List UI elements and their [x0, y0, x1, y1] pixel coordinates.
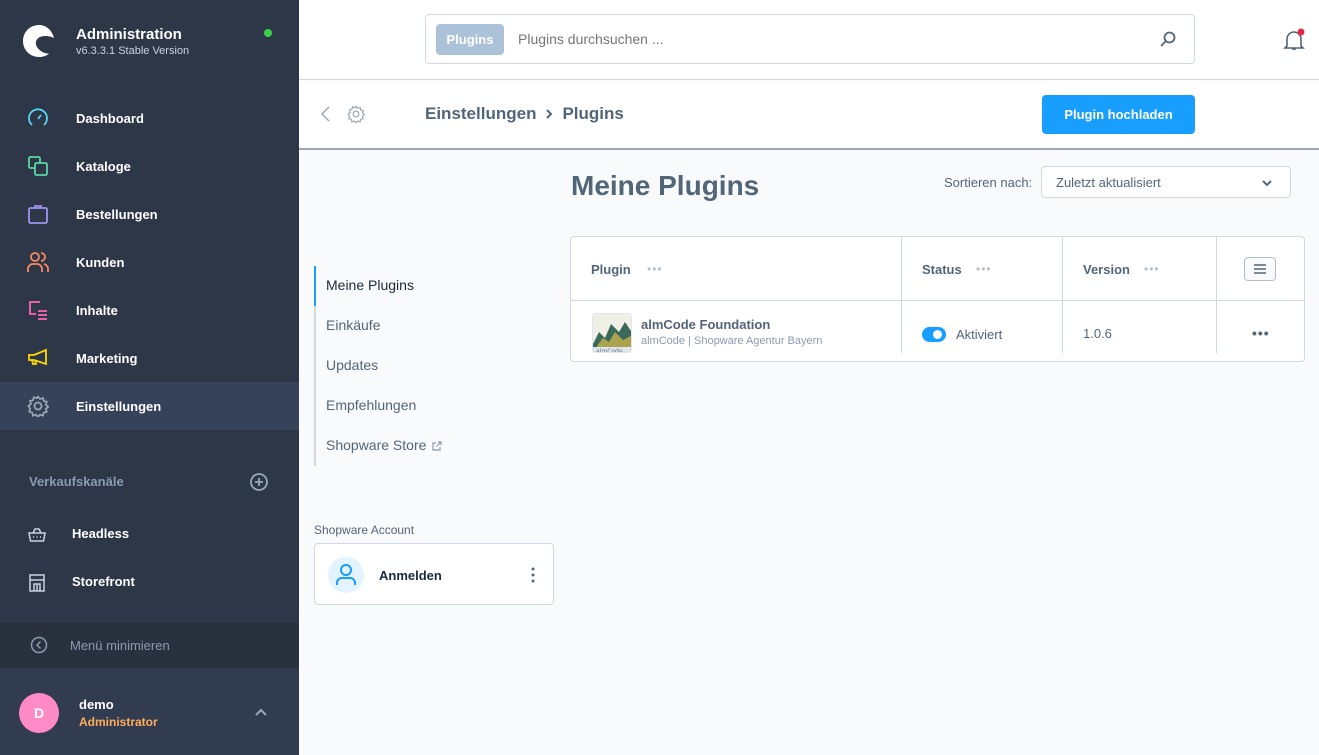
search-icon[interactable] — [1159, 30, 1177, 48]
shopware-logo-icon[interactable] — [22, 24, 56, 58]
basket-icon — [28, 528, 46, 542]
sidebar-item-bestellungen[interactable]: Bestellungen — [0, 190, 299, 238]
user-name: demo — [79, 697, 114, 712]
side-nav-item-empfehlungen[interactable]: Empfehlungen — [326, 397, 416, 413]
settings-gear-icon — [347, 105, 365, 123]
chevron-left-circle-icon — [30, 636, 48, 654]
column-divider — [1216, 237, 1217, 353]
sidebar-item-label: Einstellungen — [76, 398, 162, 414]
sales-channels-title: Verkaufskanäle — [29, 474, 124, 489]
app-version: v6.3.3.1 Stable Version — [76, 45, 190, 57]
column-divider — [1062, 237, 1063, 353]
back-chevron-icon[interactable] — [319, 105, 333, 123]
column-header-plugin[interactable]: Plugin — [591, 262, 631, 277]
sidebar-item-label: Marketing — [76, 350, 138, 366]
search-bar[interactable]: Plugins — [425, 14, 1195, 64]
plugin-author: almCode | Shopware Agentur Bayern — [641, 335, 823, 347]
dashboard-icon — [28, 108, 48, 126]
sidebar-item-inhalte[interactable]: Inhalte — [0, 286, 299, 334]
side-nav-item-einkaeufe[interactable]: Einkäufe — [326, 317, 380, 333]
side-nav-item-updates[interactable]: Updates — [326, 357, 378, 373]
more-vertical-icon[interactable] — [527, 566, 539, 584]
page-title: Meine Plugins — [571, 170, 760, 201]
column-options-icon[interactable]: ••• — [976, 262, 992, 276]
app-title: Administration — [76, 26, 182, 43]
shopping-bag-icon — [28, 205, 48, 224]
plugin-grid: Plugin ••• Status ••• Version ••• almCod… — [570, 236, 1305, 362]
column-options-icon[interactable]: ••• — [647, 262, 663, 276]
sales-channel-storefront[interactable]: Storefront — [0, 558, 299, 606]
breadcrumb-item: Plugins — [562, 104, 624, 123]
side-nav-item-meine-plugins[interactable]: Meine Plugins — [326, 277, 414, 293]
avatar: D — [19, 693, 59, 733]
grid-settings-button[interactable] — [1244, 257, 1276, 281]
sales-channel-headless[interactable]: Headless — [0, 510, 299, 558]
sidebar-item-label: Dashboard — [76, 110, 144, 126]
plugin-version: 1.0.6 — [1083, 326, 1112, 341]
sales-channel-label: Storefront — [72, 574, 135, 589]
minimize-menu-button[interactable]: Menü minimieren — [0, 622, 299, 668]
sort-label: Sortieren nach: — [944, 175, 1033, 190]
side-nav-item-shopware-store[interactable]: Shopware Store — [326, 437, 443, 453]
users-icon — [27, 252, 49, 272]
column-header-version[interactable]: Version — [1083, 262, 1130, 277]
chevron-up-icon[interactable] — [253, 705, 269, 721]
shopware-account-label: Shopware Account — [314, 523, 415, 537]
add-sales-channel-icon[interactable] — [249, 472, 269, 492]
breadcrumb-item[interactable]: Einstellungen — [425, 104, 536, 124]
account-avatar — [328, 557, 364, 593]
sidebar-item-dashboard[interactable]: Dashboard — [0, 94, 299, 142]
plugin-side-nav: Meine Plugins Einkäufe Updates Empfehlun… — [314, 266, 554, 466]
sidebar-item-label: Kunden — [76, 254, 125, 270]
sort-select-value: Zuletzt aktualisiert — [1056, 175, 1161, 190]
external-link-icon — [432, 441, 443, 451]
active-indicator — [314, 266, 316, 306]
upload-plugin-button[interactable]: Plugin hochladen — [1042, 95, 1195, 134]
row-actions-button[interactable]: ••• — [1252, 325, 1270, 341]
brand-header: Administration v6.3.3.1 Stable Version — [0, 0, 299, 80]
gear-icon — [27, 395, 49, 417]
plugin-active-toggle[interactable] — [922, 327, 946, 342]
shopware-account-card[interactable]: Anmelden — [314, 543, 554, 605]
sidebar-item-kataloge[interactable]: Kataloge — [0, 142, 299, 190]
notification-bell-icon[interactable] — [1282, 28, 1306, 52]
minimize-menu-label: Menü minimieren — [70, 638, 170, 653]
status-indicator — [264, 29, 272, 37]
sort-select[interactable]: Zuletzt aktualisiert — [1041, 166, 1291, 198]
search-type-tag[interactable]: Plugins — [436, 24, 504, 55]
column-divider — [901, 237, 902, 353]
plugin-icon: almCode — [592, 313, 632, 353]
sidebar: Administration v6.3.3.1 Stable Version D… — [0, 0, 299, 755]
breadcrumb: Einstellungen Plugins — [425, 104, 624, 124]
search-input[interactable] — [518, 31, 1118, 47]
sales-channel-label: Headless — [72, 526, 130, 541]
sidebar-item-label: Bestellungen — [76, 206, 158, 222]
user-role: Administrator — [79, 715, 158, 729]
smart-bar: Einstellungen Plugins Plugin hochladen — [299, 81, 1319, 150]
user-menu[interactable]: D demo Administrator — [0, 669, 299, 755]
megaphone-icon — [28, 348, 47, 366]
svg-text:almCode: almCode — [596, 348, 623, 353]
login-label[interactable]: Anmelden — [379, 568, 442, 583]
catalog-icon — [28, 156, 48, 176]
column-header-status[interactable]: Status — [922, 262, 962, 277]
plugin-status: Aktiviert — [956, 327, 1003, 342]
top-bar: Plugins — [299, 0, 1319, 80]
content-icon — [29, 301, 47, 320]
sidebar-item-kunden[interactable]: Kunden — [0, 238, 299, 286]
sidebar-item-einstellungen[interactable]: Einstellungen — [0, 382, 299, 430]
sidebar-item-label: Inhalte — [76, 302, 118, 318]
side-nav-label: Shopware Store — [326, 437, 427, 453]
chevron-right-icon — [546, 109, 553, 119]
sidebar-item-label: Kataloge — [76, 158, 131, 174]
user-icon — [336, 564, 356, 585]
hamburger-menu-icon — [1254, 264, 1266, 274]
sidebar-item-marketing[interactable]: Marketing — [0, 334, 299, 382]
chevron-down-icon — [1262, 180, 1272, 187]
storefront-icon — [29, 574, 45, 592]
plugin-name[interactable]: almCode Foundation — [641, 317, 770, 332]
column-options-icon[interactable]: ••• — [1144, 262, 1160, 276]
